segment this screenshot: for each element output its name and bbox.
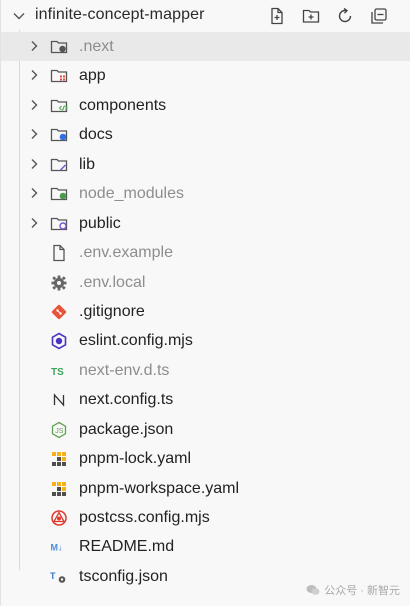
folder-label: public xyxy=(79,214,121,232)
file-row[interactable]: .gitignore xyxy=(1,297,410,326)
folder-row[interactable]: public xyxy=(1,209,410,238)
file-row[interactable]: TS next-env.d.ts xyxy=(1,356,410,385)
file-label: pnpm-workspace.yaml xyxy=(79,479,240,497)
collapse-all-icon[interactable] xyxy=(369,6,389,26)
folder-label: node_modules xyxy=(79,185,184,203)
file-row[interactable]: pnpm-lock.yaml xyxy=(1,444,410,473)
chevron-down-icon[interactable] xyxy=(11,8,27,24)
watermark: 公众号 · 新智元 xyxy=(306,582,400,598)
folder-row[interactable]: docs xyxy=(1,120,410,149)
chevron-right-icon[interactable] xyxy=(27,98,41,112)
folder-row[interactable]: lib xyxy=(1,150,410,179)
folder-docs-icon xyxy=(49,125,69,145)
pnpm-icon xyxy=(49,479,69,499)
new-folder-icon[interactable] xyxy=(301,6,321,26)
file-tree: .next app components docs lib node_modulespub… xyxy=(1,32,410,591)
watermark-text: 公众号 · 新智元 xyxy=(324,585,400,597)
folder-node-icon xyxy=(49,184,69,204)
file-label: postcss.config.mjs xyxy=(79,509,210,526)
chevron-right-icon[interactable] xyxy=(27,216,41,230)
refresh-icon[interactable] xyxy=(335,6,355,26)
chevron-right-icon[interactable] xyxy=(27,186,41,200)
git-icon xyxy=(49,302,69,322)
file-label: package.json xyxy=(79,420,174,438)
file-label: next.config.ts xyxy=(79,391,174,409)
file-row[interactable]: .env.example xyxy=(1,238,410,267)
chevron-right-icon[interactable] xyxy=(27,127,41,141)
folder-row[interactable]: app xyxy=(1,61,410,90)
file-row[interactable]: .env.local xyxy=(1,268,410,297)
file-label: README.md xyxy=(79,538,175,556)
explorer-actions xyxy=(267,6,389,26)
eslint-icon xyxy=(49,331,69,351)
gear-icon xyxy=(49,273,69,293)
folder-row[interactable]: components xyxy=(1,91,410,120)
pnpm-icon xyxy=(49,449,69,469)
svg-text:TS: TS xyxy=(51,367,64,378)
tsconfig-icon: T xyxy=(49,567,69,587)
svg-text:T: T xyxy=(50,571,56,581)
svg-text:M↓: M↓ xyxy=(51,543,63,553)
folder-row[interactable]: node_modules xyxy=(1,179,410,208)
chevron-right-icon[interactable] xyxy=(27,68,41,82)
file-row[interactable]: JS package.json xyxy=(1,415,410,444)
chevron-right-icon[interactable] xyxy=(27,157,41,171)
folder-label: components xyxy=(79,96,167,114)
folder-components-icon xyxy=(49,96,69,116)
file-label: eslint.config.mjs xyxy=(79,332,193,350)
chevron-right-icon[interactable] xyxy=(27,39,41,53)
folder-label: docs xyxy=(79,126,113,144)
markdown-icon: M↓ xyxy=(49,537,69,557)
new-file-icon[interactable] xyxy=(267,6,287,26)
nextjs-icon xyxy=(49,390,69,410)
file-row[interactable]: postcss.config.mjs xyxy=(1,503,410,532)
file-icon xyxy=(49,243,69,263)
project-title[interactable]: infinite-concept-mapper xyxy=(35,6,205,24)
file-label: tsconfig.json xyxy=(79,567,168,585)
folder-row[interactable]: .next xyxy=(1,32,410,62)
explorer-header: infinite-concept-mapper xyxy=(1,0,410,32)
file-row[interactable]: next.config.ts xyxy=(1,385,410,414)
folder-app-icon xyxy=(49,66,69,86)
nodejs-icon: JS xyxy=(49,420,69,440)
typescript-icon: TS xyxy=(49,361,69,381)
postcss-icon xyxy=(49,508,69,528)
folder-public-icon xyxy=(49,214,69,234)
svg-text:JS: JS xyxy=(55,428,64,435)
file-label: pnpm-lock.yaml xyxy=(79,450,192,468)
folder-label: .next xyxy=(79,38,114,55)
folder-label: app xyxy=(79,67,106,85)
folder-lib-icon xyxy=(49,155,69,175)
file-row[interactable]: M↓ README.md xyxy=(1,532,410,561)
file-label: next-env.d.ts xyxy=(79,361,170,379)
file-row[interactable]: pnpm-workspace.yaml xyxy=(1,474,410,503)
wechat-icon xyxy=(306,585,320,595)
file-label: .env.local xyxy=(79,273,146,291)
file-explorer: infinite-concept-mapper .next app compon… xyxy=(0,0,410,606)
file-row[interactable]: eslint.config.mjs xyxy=(1,326,410,355)
file-label: .env.example xyxy=(79,244,173,262)
folder-next-icon xyxy=(49,37,69,57)
folder-label: lib xyxy=(79,155,96,173)
file-label: .gitignore xyxy=(79,302,145,320)
